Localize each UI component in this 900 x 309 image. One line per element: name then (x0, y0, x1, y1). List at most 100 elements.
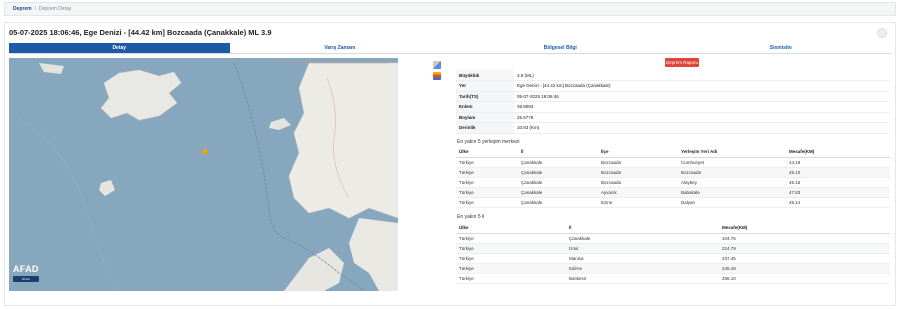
cell: Bozcaada (678, 167, 786, 178)
cell: Balıkesir (566, 273, 719, 284)
column-header: İl (566, 223, 719, 234)
info-key: Boylam (456, 112, 514, 123)
table-row: Türkiye Edirne 245.49 (456, 263, 890, 274)
cell: Türkiye (456, 273, 566, 284)
map-terrain (9, 58, 398, 291)
cell: 256.10 (719, 273, 890, 284)
table-row: Türkiye Balıkesir 256.10 (456, 273, 890, 284)
table-row: Türkiye İzmir 224.79 (456, 243, 890, 254)
layers-icon[interactable] (433, 72, 441, 80)
breadcrumb-home[interactable]: Deprem (13, 6, 32, 12)
table-row: Türkiye Çanakkale Bozcaada Bozcaada 45.10 (456, 167, 890, 178)
cell: 47.83 (786, 187, 890, 198)
breadcrumb-separator: / (34, 6, 37, 12)
detail-panel: 05-07-2025 18:06:46, Ege Denizi - [44.42… (4, 22, 896, 306)
afad-logo-text: AFAD (13, 264, 39, 274)
info-key: Enlem (456, 101, 514, 113)
column-header: Mesafe(KM) (719, 223, 890, 234)
cell: Türkiye (456, 167, 518, 178)
info-row: Yer Ege Denizi - [44.42 km] Bozcaada (Çan… (456, 80, 890, 92)
provinces-label: En yakın 5 il (457, 214, 485, 220)
cell: 245.49 (719, 263, 890, 274)
cell: Bozcaada (598, 157, 678, 168)
info-row: Enlem 39.8083 (456, 101, 890, 113)
cell: Ayvacık (598, 187, 678, 198)
map-scale-label: 20 km (21, 277, 31, 281)
column-header: Mesafe(KM) (786, 147, 890, 158)
column-header: Yerleşim Yeri Adı (678, 147, 786, 158)
cell: Bozcaada (598, 167, 678, 178)
cell: Çanakkale (518, 197, 598, 208)
cell: Manisa (566, 253, 719, 264)
cell: Türkiye (456, 187, 518, 198)
cell: Dalyan (678, 197, 786, 208)
column-header: Ülke (456, 147, 518, 158)
cell: İzmir (566, 243, 719, 254)
cell: Alaybey (678, 177, 786, 188)
cell: Çanakkale (518, 187, 598, 198)
settlements-table: Ülke İl İlçe Yerleşim Yeri Adı Mesafe(KM… (456, 147, 890, 208)
tab-bar: Detay Varış Zamanı Bölgesel Bilgi Sismis… (9, 43, 891, 54)
table-row: Türkiye Çanakkale Bozcaada Alaybey 45.16 (456, 177, 890, 188)
cell: 237.45 (719, 253, 890, 264)
cell: Edirne (566, 263, 719, 274)
cell: 104.76 (719, 233, 890, 244)
cell: Türkiye (456, 243, 566, 254)
info-key: Yer (456, 80, 514, 92)
info-value: 10.83 (Km) (514, 122, 890, 134)
cell: Türkiye (456, 197, 518, 208)
info-row: Derinlik 10.83 (Km) (456, 122, 890, 134)
cell: 224.79 (719, 243, 890, 254)
table-row: Türkiye Çanakkale Bozcaada Cumhuriyet 44.18 (456, 157, 890, 168)
cell: Bozcaada (598, 177, 678, 188)
cell: Çanakkale (518, 157, 598, 168)
info-value: 25.5778 (514, 112, 890, 123)
cell: Türkiye (456, 253, 566, 264)
map-tools (433, 61, 445, 83)
table-row: Türkiye Çanakkale 104.76 (456, 233, 890, 244)
cell: 45.10 (786, 167, 890, 178)
map-scale-bar: 20 km (13, 276, 39, 282)
table-row: Türkiye Çanakkale Ezine Dalyan 49.14 (456, 197, 890, 208)
table-row: Türkiye Manisa 237.45 (456, 253, 890, 264)
settlements-label: En yakın 5 yerleşim merkezi (457, 139, 520, 145)
cell: 49.14 (786, 197, 890, 208)
options-circle-icon[interactable] (877, 28, 887, 38)
settlements-header-row: Ülke İl İlçe Yerleşim Yeri Adı Mesafe(KM… (456, 147, 890, 158)
info-row: Boylam 25.5778 (456, 112, 890, 123)
info-value: Ege Denizi - [44.42 km] Bozcaada (Çanakk… (514, 80, 890, 92)
breadcrumb-current: Deprem Detay (39, 6, 72, 12)
column-header: İl (518, 147, 598, 158)
info-row: Tarih(TS) 05-07-2025 18:06:46 (456, 91, 890, 102)
info-value: 3.9 (ML) (514, 70, 890, 81)
edit-map-icon[interactable] (433, 61, 441, 69)
epicenter-star-icon[interactable]: ★ (200, 147, 210, 158)
cell: Türkiye (456, 263, 566, 274)
info-row: Büyüklük 3.9 (ML) (456, 70, 890, 81)
cell: Babakale (678, 187, 786, 198)
cell: 45.16 (786, 177, 890, 188)
info-key: Derinlik (456, 122, 514, 134)
provinces-table: Ülke İl Mesafe(KM) Türkiye Çanakkale 104.7… (456, 223, 890, 284)
provinces-header-row: Ülke İl Mesafe(KM) (456, 223, 890, 234)
tab-sismisite[interactable]: Sismisite (671, 43, 892, 53)
tab-varis-zamani[interactable]: Varış Zamanı (230, 43, 451, 53)
info-key: Tarih(TS) (456, 91, 514, 102)
cell: Cumhuriyet (678, 157, 786, 168)
breadcrumb: Deprem / Deprem Detay (4, 2, 896, 16)
cell: Türkiye (456, 233, 566, 244)
column-header: Ülke (456, 223, 566, 234)
cell: Türkiye (456, 157, 518, 168)
cell: Türkiye (456, 177, 518, 188)
cell: Çanakkale (566, 233, 719, 244)
tab-bolgesel-bilgi[interactable]: Bölgesel Bilgi (450, 43, 671, 53)
cell: Çanakkale (518, 167, 598, 178)
tab-detay[interactable]: Detay (9, 43, 230, 53)
report-button[interactable]: Deprem Raporu (665, 58, 699, 67)
earthquake-info-table: Büyüklük 3.9 (ML) Yer Ege Denizi - [44.42 … (456, 70, 890, 134)
epicenter-map[interactable]: ★ AFAD 20 km (9, 58, 398, 291)
table-row: Türkiye Çanakkale Ayvacık Babakale 47.83 (456, 187, 890, 198)
column-header: İlçe (598, 147, 678, 158)
page-title: 05-07-2025 18:06:46, Ege Denizi - [44.42… (9, 28, 272, 37)
info-key: Büyüklük (456, 70, 514, 81)
